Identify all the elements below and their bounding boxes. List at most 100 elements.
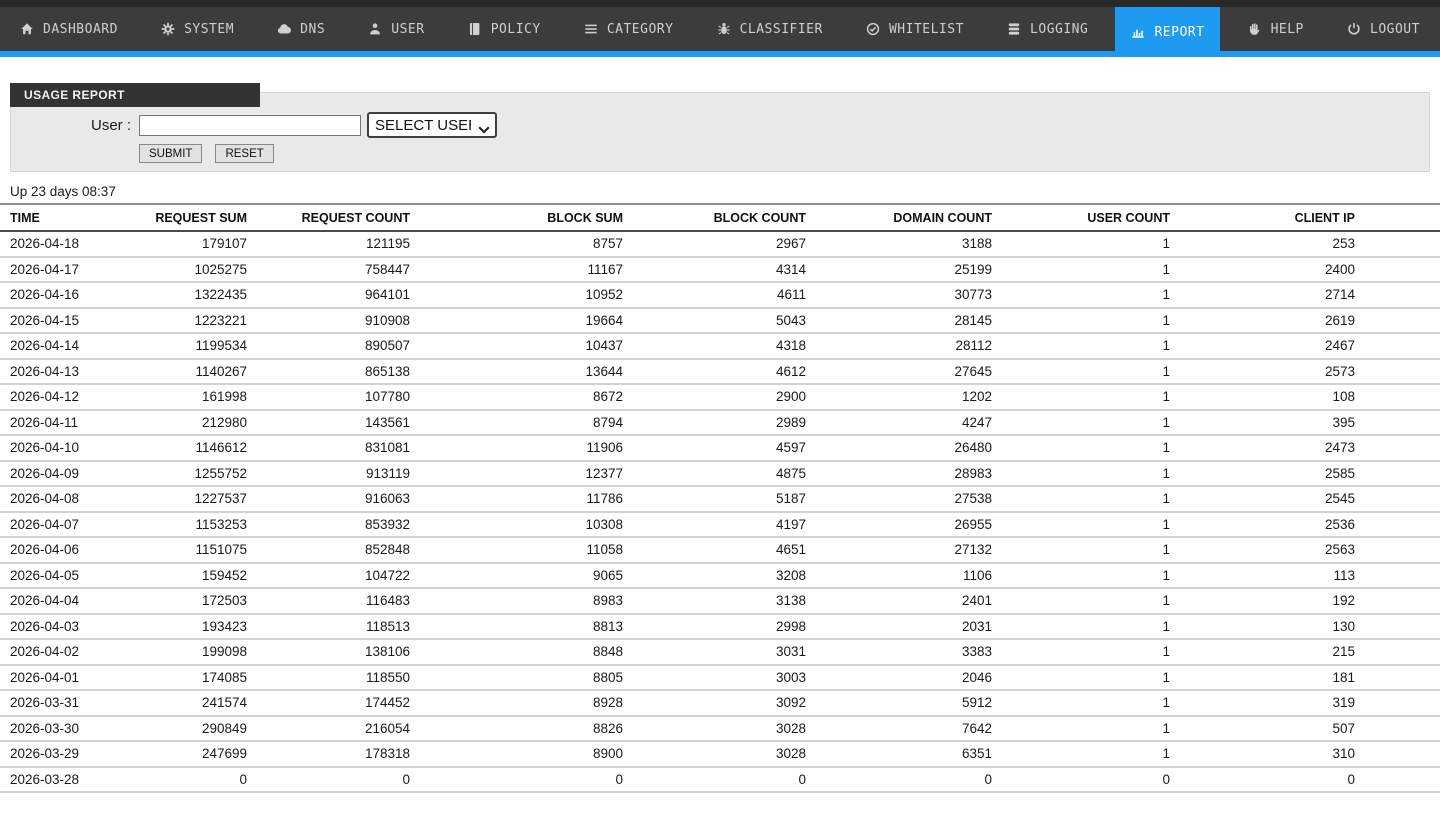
table-cell: 1106 [806, 563, 992, 589]
table-cell: 3208 [623, 563, 806, 589]
nav-item-logout[interactable]: LOGOUT [1331, 7, 1436, 51]
nav-item-report[interactable]: REPORT [1115, 7, 1220, 57]
reset-button[interactable]: RESET [215, 144, 273, 163]
table-cell: 2545 [1170, 486, 1440, 512]
table-cell: 2536 [1170, 512, 1440, 538]
nav-item-whitelist[interactable]: WHITELIST [850, 7, 980, 51]
nav-item-policy[interactable]: POLICY [452, 7, 557, 51]
table-cell: 2026-04-05 [0, 563, 150, 589]
table-cell: 4197 [623, 512, 806, 538]
table-cell: 1 [992, 716, 1170, 742]
table-row: 2026-04-14119953489050710437431828112124… [0, 333, 1440, 359]
table-cell: 4611 [623, 282, 806, 308]
table-cell: 172503 [150, 588, 247, 614]
table-cell: 1 [992, 282, 1170, 308]
table-row: 2026-04-181791071211958757296731881253 [0, 231, 1440, 257]
table-cell: 11906 [410, 435, 623, 461]
bug-icon [717, 22, 731, 36]
table-cell: 8813 [410, 614, 623, 640]
table-cell: 1 [992, 257, 1170, 283]
nav-item-help[interactable]: HELP [1232, 7, 1320, 51]
nav-item-label: HELP [1271, 22, 1304, 37]
table-cell: 5187 [623, 486, 806, 512]
cloud-icon [277, 22, 291, 36]
nav-item-dns[interactable]: DNS [261, 7, 341, 51]
nav-item-system[interactable]: SYSTEM [145, 7, 250, 51]
table-cell: 19664 [410, 308, 623, 334]
table-cell: 2473 [1170, 435, 1440, 461]
database-icon [1007, 22, 1021, 36]
table-cell: 241574 [150, 690, 247, 716]
table-cell: 2026-04-08 [0, 486, 150, 512]
table-cell: 2401 [806, 588, 992, 614]
usage-report-panel: USAGE REPORT User : SELECT USER SUBMIT R… [10, 92, 1430, 172]
table-cell: 1322435 [150, 282, 247, 308]
table-row: 2026-04-112129801435618794298942471395 [0, 410, 1440, 436]
table-cell: 1 [992, 435, 1170, 461]
table-cell: 2026-04-16 [0, 282, 150, 308]
table-cell: 964101 [247, 282, 410, 308]
table-cell: 118513 [247, 614, 410, 640]
table-cell: 758447 [247, 257, 410, 283]
table-cell: 2026-03-29 [0, 741, 150, 767]
nav-item-dashboard[interactable]: DASHBOARD [4, 7, 134, 51]
table-cell: 2026-04-14 [0, 333, 150, 359]
nav-item-label: WHITELIST [889, 22, 964, 37]
table-cell: 8794 [410, 410, 623, 436]
table-cell: 290849 [150, 716, 247, 742]
table-cell: 4247 [806, 410, 992, 436]
table-cell: 1 [992, 537, 1170, 563]
power-icon [1347, 22, 1361, 36]
table-cell: 27538 [806, 486, 992, 512]
submit-button[interactable]: SUBMIT [139, 144, 202, 163]
nav-item-label: REPORT [1154, 25, 1204, 40]
table-cell: 2031 [806, 614, 992, 640]
table-row: 2026-04-041725031164838983313824011192 [0, 588, 1440, 614]
table-row: 2026-03-302908492160548826302876421507 [0, 716, 1440, 742]
user-input[interactable] [139, 115, 361, 136]
table-cell: 178318 [247, 741, 410, 767]
table-cell: 1 [992, 614, 1170, 640]
column-header-request-sum: REQUEST SUM [150, 204, 247, 231]
table-cell: 319 [1170, 690, 1440, 716]
table-cell: 1 [992, 563, 1170, 589]
menu-icon [584, 22, 598, 36]
nav-item-classifier[interactable]: CLASSIFIER [701, 7, 839, 51]
table-cell: 1255752 [150, 461, 247, 487]
table-cell: 143561 [247, 410, 410, 436]
user-select[interactable]: SELECT USER [367, 112, 497, 138]
table-header-row: TIMEREQUEST SUMREQUEST COUNTBLOCK SUMBLO… [0, 204, 1440, 231]
table-cell: 2026-04-06 [0, 537, 150, 563]
table-cell: 108 [1170, 384, 1440, 410]
table-cell: 193423 [150, 614, 247, 640]
table-cell: 1 [992, 486, 1170, 512]
table-cell: 3028 [623, 716, 806, 742]
table-cell: 199098 [150, 639, 247, 665]
table-cell: 1 [992, 461, 1170, 487]
table-cell: 2400 [1170, 257, 1440, 283]
table-cell: 2046 [806, 665, 992, 691]
table-cell: 215 [1170, 639, 1440, 665]
table-cell: 913119 [247, 461, 410, 487]
table-row: 2026-04-15122322191090819664504328145126… [0, 308, 1440, 334]
table-cell: 28112 [806, 333, 992, 359]
table-cell: 1202 [806, 384, 992, 410]
nav-item-user[interactable]: USER [352, 7, 440, 51]
table-row: 2026-03-292476991783188900302863511310 [0, 741, 1440, 767]
nav-item-category[interactable]: CATEGORY [568, 7, 690, 51]
table-cell: 1146612 [150, 435, 247, 461]
person-icon [368, 22, 382, 36]
table-cell: 2967 [623, 231, 806, 257]
table-cell: 11058 [410, 537, 623, 563]
column-header-block-count: BLOCK COUNT [623, 204, 806, 231]
table-cell: 8848 [410, 639, 623, 665]
nav-item-logging[interactable]: LOGGING [991, 7, 1104, 51]
nav-item-label: SYSTEM [184, 22, 234, 37]
nav-item-label: USER [391, 22, 424, 37]
table-cell: 4314 [623, 257, 806, 283]
table-cell: 2026-04-01 [0, 665, 150, 691]
table-cell: 1 [992, 665, 1170, 691]
gear-icon [161, 22, 175, 36]
table-cell: 2026-04-12 [0, 384, 150, 410]
table-cell: 13644 [410, 359, 623, 385]
